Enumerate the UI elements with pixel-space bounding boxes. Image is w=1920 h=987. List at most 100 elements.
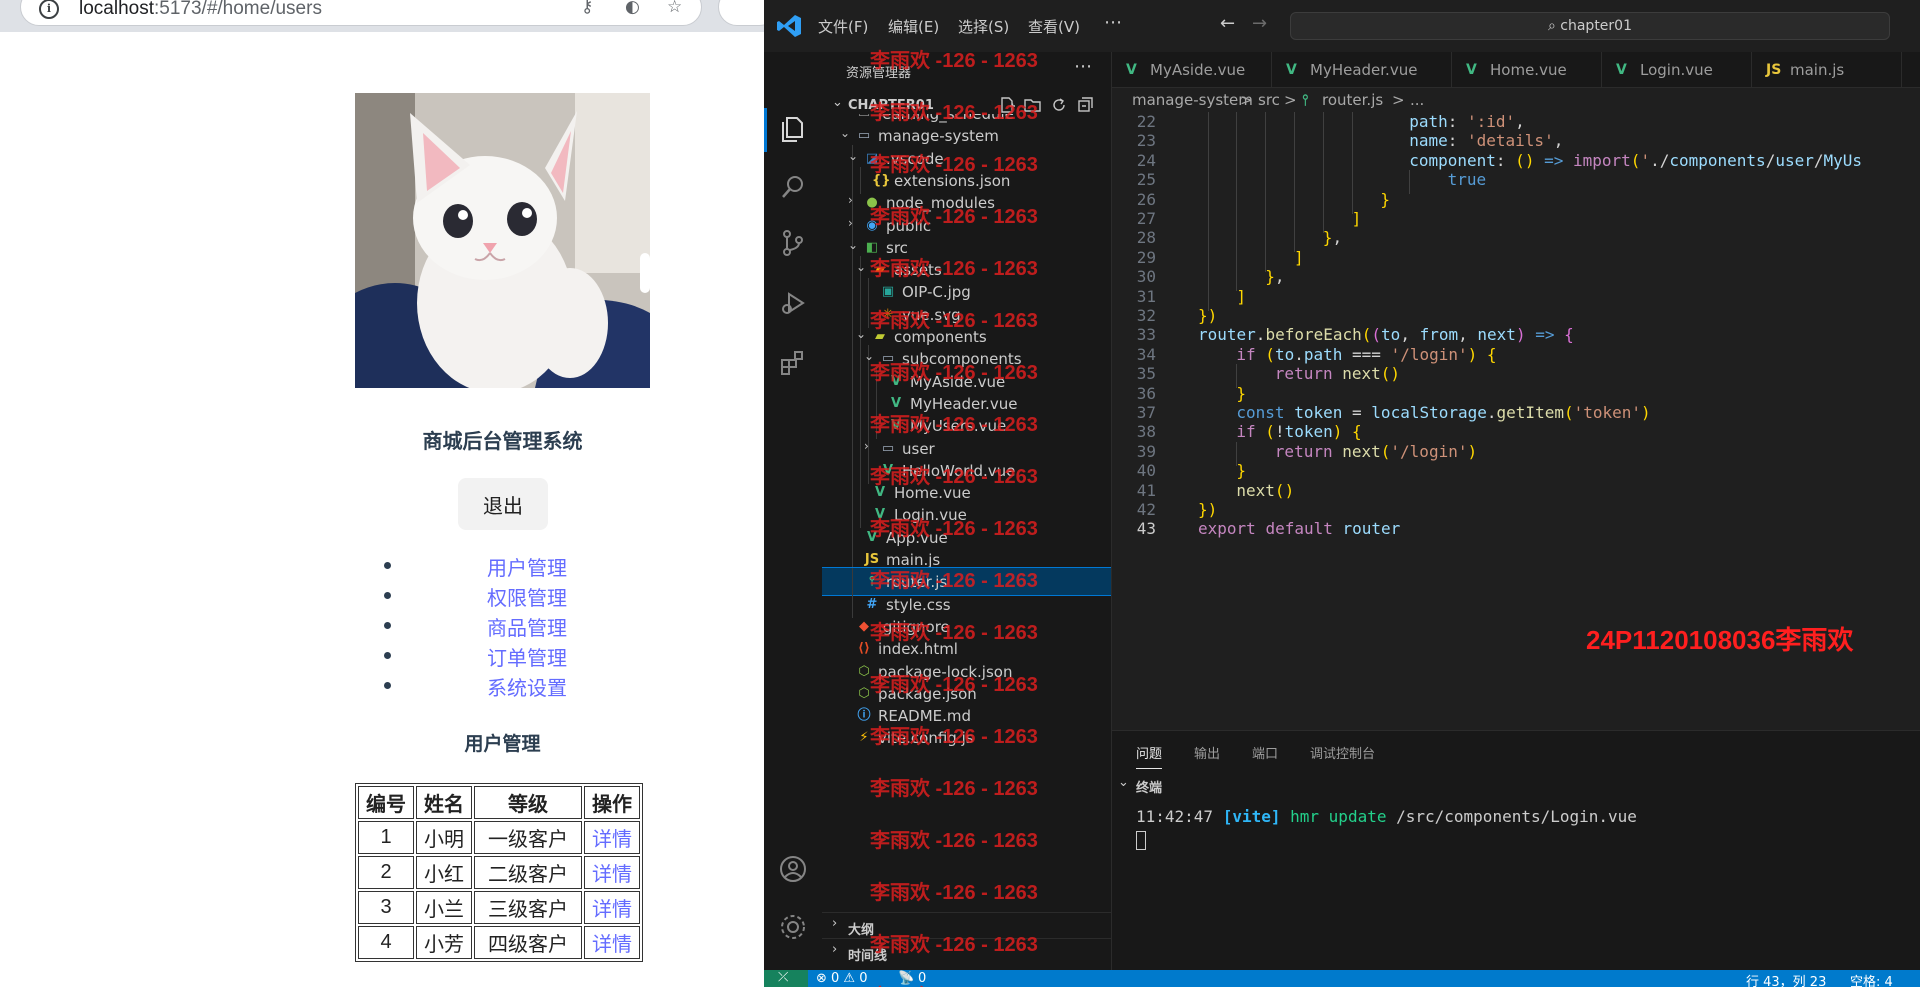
- bookmark-star-icon[interactable]: ☆: [667, 0, 682, 17]
- code-text: }: [1236, 383, 1247, 403]
- run-debug-icon[interactable]: [778, 288, 808, 318]
- details-link[interactable]: 详情: [592, 934, 632, 956]
- chevron-down-icon[interactable]: ⌄: [864, 349, 874, 363]
- menu-selection[interactable]: 选择(S): [958, 16, 1009, 37]
- url-text[interactable]: localhost:5173/#/home/users: [79, 0, 322, 20]
- chevron-right-icon[interactable]: ›: [864, 439, 869, 453]
- code-editor[interactable]: 22 path: ':id', 23 name: 'details', 24 compon…: [1112, 112, 1920, 612]
- explorer-icon[interactable]: [778, 114, 808, 144]
- tree-item-label: subcomponents: [902, 350, 1022, 369]
- panel-tab-problems[interactable]: 问题: [1136, 743, 1163, 769]
- terminal-header[interactable]: ⌄ 终端: [1112, 773, 1920, 797]
- app-title: 商城后台管理系统: [422, 431, 583, 453]
- file-type-icon: ▭: [881, 440, 895, 456]
- account-icon[interactable]: [778, 854, 808, 884]
- chevron-down-icon[interactable]: ⌄: [856, 260, 866, 274]
- nav-link-users[interactable]: 用户管理: [487, 552, 567, 581]
- extension-icon[interactable]: ◐: [625, 0, 640, 17]
- forward-arrow-icon[interactable]: →: [1252, 13, 1267, 34]
- chevron-down-icon[interactable]: ⌄: [840, 126, 850, 140]
- new-file-icon[interactable]: [998, 96, 1016, 114]
- code-line[interactable]: 43 export default router: [1112, 519, 1920, 543]
- tree-item-label: package.json: [878, 684, 977, 703]
- back-arrow-icon[interactable]: ←: [1220, 13, 1235, 34]
- menu-edit[interactable]: 编辑(E): [888, 16, 939, 37]
- breadcrumb-item[interactable]: manage-system: [1132, 91, 1253, 109]
- breadcrumb-item[interactable]: ...: [1410, 91, 1424, 109]
- explorer-more-icon[interactable]: ⋯: [1074, 56, 1092, 77]
- chevron-down-icon: ⌄: [1118, 775, 1129, 790]
- settings-gear-icon[interactable]: [778, 912, 808, 942]
- col-header-action: 操作: [584, 786, 640, 819]
- code-text: component: () => import('./components/us…: [1409, 150, 1863, 170]
- search-icon[interactable]: [778, 172, 808, 202]
- cat-image: [355, 93, 650, 388]
- nav-link-permissions[interactable]: 权限管理: [487, 582, 567, 611]
- tab-myaside[interactable]: V MyAside.vue: [1112, 52, 1272, 88]
- file-type-icon: ▭: [881, 351, 895, 367]
- table-row: 2 小红 二级客户 详情: [358, 856, 640, 889]
- timeline-section[interactable]: › 时间线: [822, 938, 1111, 964]
- nav-link-settings[interactable]: 系统设置: [487, 672, 567, 701]
- chevron-down-icon[interactable]: ⌄: [856, 327, 866, 341]
- chevron-right-icon[interactable]: ›: [848, 216, 853, 230]
- logout-button[interactable]: 退出: [458, 478, 548, 530]
- details-link[interactable]: 详情: [592, 829, 632, 851]
- address-bar[interactable]: i localhost:5173/#/home/users ⚷ ◐ ☆: [20, 0, 702, 26]
- breadcrumb-item[interactable]: src: [1258, 91, 1280, 109]
- details-link[interactable]: 详情: [592, 899, 632, 921]
- cursor-position[interactable]: 行 43，列 23: [1746, 971, 1826, 987]
- refresh-icon[interactable]: [1050, 96, 1068, 114]
- file-type-icon: ▭: [856, 114, 872, 122]
- problems-status[interactable]: ⊗ 0 ⚠ 0: [816, 971, 868, 986]
- tab-label: main.js: [1790, 61, 1845, 79]
- tab-myheader[interactable]: V MyHeader.vue: [1272, 52, 1452, 88]
- chevron-right-icon[interactable]: ›: [848, 193, 853, 207]
- details-link[interactable]: 详情: [592, 864, 632, 886]
- panel-tab-ports[interactable]: 端口: [1252, 743, 1278, 762]
- line-number: 35: [1136, 364, 1156, 384]
- cell-action: 详情: [584, 926, 640, 959]
- menu-view[interactable]: 查看(V): [1028, 16, 1080, 37]
- chevron-down-icon[interactable]: ⌄: [848, 238, 858, 252]
- file-type-icon: ◉: [866, 217, 878, 233]
- breadcrumb-item[interactable]: router.js: [1322, 91, 1383, 109]
- explorer-header: 资源管理器 ⋯: [822, 52, 1111, 88]
- file-type-icon: ✳: [882, 306, 894, 322]
- nav-item: 用户管理: [380, 550, 650, 580]
- tab-main-js[interactable]: JS main.js: [1752, 52, 1902, 88]
- extensions-icon[interactable]: [778, 348, 808, 378]
- ports-status[interactable]: 0: [918, 971, 926, 986]
- command-center-search[interactable]: ⌕ chapter01: [1290, 12, 1890, 40]
- code-text: return next('/login'): [1274, 441, 1478, 461]
- menu-file[interactable]: 文件(F): [818, 16, 868, 37]
- source-control-icon[interactable]: [778, 228, 808, 258]
- new-folder-icon[interactable]: [1024, 96, 1042, 114]
- code-text: },: [1322, 228, 1343, 248]
- outline-section[interactable]: › 大纲: [822, 912, 1111, 938]
- breadcrumb-separator: >: [1240, 91, 1253, 109]
- site-info-icon[interactable]: i: [39, 0, 59, 19]
- status-bar: ⤫ ⊗ 0 ⚠ 0 📡 0 行 43，列 23 空格: 4: [764, 970, 1920, 987]
- remote-indicator[interactable]: ⤫: [764, 970, 808, 987]
- panel-tab-output[interactable]: 输出: [1194, 743, 1220, 762]
- nav-item: 系统设置: [380, 670, 650, 700]
- bottom-panel: 问题 输出 端口 调试控制台 ⌄ 终端 11:42:47 [vite] hmr …: [1112, 730, 1920, 970]
- tree-item[interactable]: ⚡ vite.config.js: [822, 724, 1111, 751]
- browser-search-button[interactable]: [718, 0, 764, 26]
- code-text: },: [1265, 267, 1285, 287]
- terminal-cursor[interactable]: [1136, 831, 1146, 850]
- line-number: 42: [1136, 500, 1156, 519]
- nav-link-orders[interactable]: 订单管理: [487, 642, 567, 671]
- tab-login[interactable]: V Login.vue: [1602, 52, 1752, 88]
- nav-link-products[interactable]: 商品管理: [487, 612, 567, 641]
- collapse-all-icon[interactable]: [1076, 96, 1094, 114]
- key-icon[interactable]: ⚷: [581, 0, 593, 17]
- breadcrumb-separator: >: [1392, 91, 1405, 109]
- tab-home[interactable]: V Home.vue: [1452, 52, 1602, 88]
- cell-action: 详情: [584, 891, 640, 924]
- menu-more-icon[interactable]: ⋯: [1104, 12, 1122, 33]
- indentation-status[interactable]: 空格: 4: [1850, 971, 1893, 987]
- panel-tab-debug-console[interactable]: 调试控制台: [1310, 743, 1375, 762]
- chevron-down-icon[interactable]: ⌄: [848, 149, 858, 163]
